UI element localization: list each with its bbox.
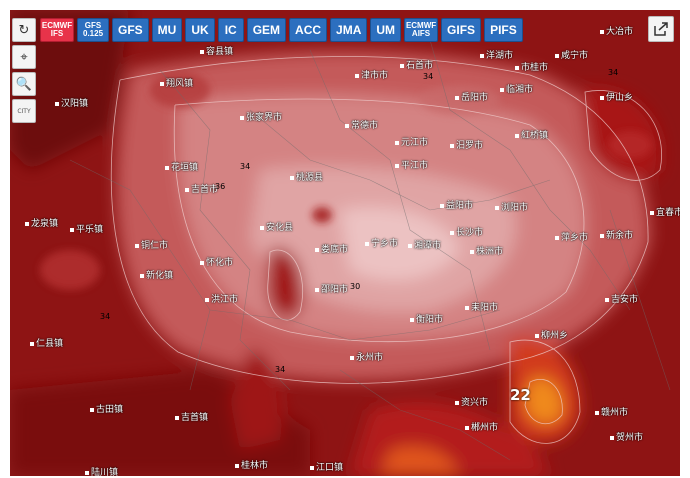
city-label[interactable]: 郴州市 (465, 420, 498, 433)
city-label: CITY (17, 107, 31, 115)
share-button[interactable] (648, 16, 674, 42)
city-label[interactable]: 桂林市 (235, 458, 268, 471)
contour-label: 34 (275, 365, 286, 374)
city-label[interactable]: 柳州乡 (535, 328, 568, 341)
city-label[interactable]: 桃源县 (290, 170, 323, 183)
model-button-gfs-0125[interactable]: GFS 0.125 (77, 18, 109, 42)
city-label[interactable]: 大冶市 (600, 24, 633, 37)
model-toolbar: ECMWF IFS GFS 0.125 GFS MU UK IC GEM ACC… (40, 18, 523, 42)
city-label[interactable]: 铜仁市 (135, 238, 168, 251)
city-label[interactable]: 临湘市 (500, 82, 533, 95)
refresh-icon: ↻ (18, 22, 30, 38)
city-label[interactable]: 怀化市 (200, 255, 233, 268)
city-label[interactable]: 容县镇 (200, 44, 233, 57)
location-pin-icon: ⌖ (20, 49, 28, 65)
city-label[interactable]: 浏阳市 (495, 200, 528, 213)
city-label[interactable]: 永州市 (350, 350, 383, 363)
city-label[interactable]: 张家界市 (240, 110, 282, 123)
model-button-pifs[interactable]: PIFS (484, 18, 523, 42)
city-label[interactable]: 长沙市 (450, 225, 483, 238)
city-label[interactable]: 紅桥镇 (515, 128, 548, 141)
model-button-gfs[interactable]: GFS (112, 18, 149, 42)
city-label[interactable]: 资兴市 (455, 395, 488, 408)
contour-label: 36 (215, 182, 226, 191)
city-label[interactable]: 古田镇 (90, 402, 123, 415)
locate-button[interactable]: ⌖ (12, 45, 36, 69)
city-label[interactable]: 湘潭市 (408, 238, 441, 251)
city-label[interactable]: 陆川镇 (85, 465, 118, 476)
model-button-uk[interactable]: UK (185, 18, 215, 42)
city-label[interactable]: 宜春市 (650, 205, 680, 218)
city-label[interactable]: 贺州市 (610, 430, 643, 443)
city-label[interactable]: 邵阳市 (315, 282, 348, 295)
city-label[interactable]: 吉首镇 (175, 410, 208, 423)
city-label[interactable]: 汨罗市 (450, 138, 483, 151)
city-label[interactable]: 龙泉镇 (25, 216, 58, 229)
map-frame[interactable]: ↻ ⌖ 🔍 CITY ECMWF IFS GFS 0.125 GFS MU UK… (10, 10, 680, 476)
refresh-button[interactable]: ↻ (12, 18, 36, 42)
city-label[interactable]: 萍乡市 (555, 230, 588, 243)
city-label[interactable]: 安化县 (260, 220, 293, 233)
city-label[interactable]: 花垣镇 (165, 160, 198, 173)
city-label[interactable]: 株洲市 (470, 244, 503, 257)
model-button-ic[interactable]: IC (217, 18, 244, 42)
model-button-jma[interactable]: JMA (330, 18, 368, 42)
min-value-label: 22 (510, 386, 531, 404)
city-label[interactable]: 益阳市 (440, 198, 473, 211)
city-label[interactable]: 津市市 (355, 68, 388, 81)
city-label[interactable]: 汉阳镇 (55, 96, 88, 109)
city-label[interactable]: 石首市 (400, 58, 433, 71)
city-label[interactable]: 伊山乡 (600, 90, 633, 103)
city-label[interactable]: 常德市 (345, 118, 378, 131)
city-label[interactable]: 翔风镇 (160, 76, 193, 89)
city-label[interactable]: 岳阳市 (455, 90, 488, 103)
city-label[interactable]: 耒阳市 (465, 300, 498, 313)
city-label[interactable]: 吉安市 (605, 292, 638, 305)
city-toggle-button[interactable]: CITY (12, 99, 36, 123)
city-label[interactable]: 新化镇 (140, 268, 173, 281)
zoom-icon: 🔍 (15, 76, 33, 92)
city-label[interactable]: 宁乡市 (365, 236, 398, 249)
city-label[interactable]: 平江市 (395, 158, 428, 171)
contour-label: 34 (100, 312, 111, 321)
model-button-gifs[interactable]: GIFS (441, 18, 482, 42)
model-button-acc[interactable]: ACC (289, 18, 328, 42)
city-label[interactable]: 赣州市 (595, 405, 628, 418)
model-button-ecmwf-aifs[interactable]: ECMWF AIFS (404, 18, 439, 42)
city-label[interactable]: 江口镇 (310, 460, 343, 473)
city-label[interactable]: 咸宁市 (555, 48, 588, 61)
model-button-mu[interactable]: MU (151, 18, 183, 42)
city-label[interactable]: 新余市 (600, 228, 633, 241)
model-button-gem[interactable]: GEM (246, 18, 287, 42)
zoom-button[interactable]: 🔍 (12, 72, 36, 96)
city-label[interactable]: 衡阳市 (410, 312, 443, 325)
city-label[interactable]: 元江市 (395, 135, 428, 148)
city-label[interactable]: 仁县镇 (30, 336, 63, 349)
city-label[interactable]: 吉首市 (185, 182, 218, 195)
city-label[interactable]: 娄底市 (315, 242, 348, 255)
city-label[interactable]: 洪江市 (205, 292, 238, 305)
city-label[interactable]: 平乐镇 (70, 222, 103, 235)
left-toolbar: ↻ ⌖ 🔍 CITY (12, 18, 36, 123)
city-label[interactable]: 市桂市 (515, 60, 548, 73)
share-icon (654, 22, 668, 36)
contour-label: 34 (240, 162, 251, 171)
model-button-um[interactable]: UM (370, 18, 402, 42)
city-label[interactable]: 洋湖市 (480, 48, 513, 61)
contour-label: 30 (350, 282, 361, 291)
contour-label: 34 (608, 68, 619, 77)
contour-label: 34 (423, 72, 434, 81)
model-button-ecmwf-ifs[interactable]: ECMWF IFS (40, 18, 74, 42)
